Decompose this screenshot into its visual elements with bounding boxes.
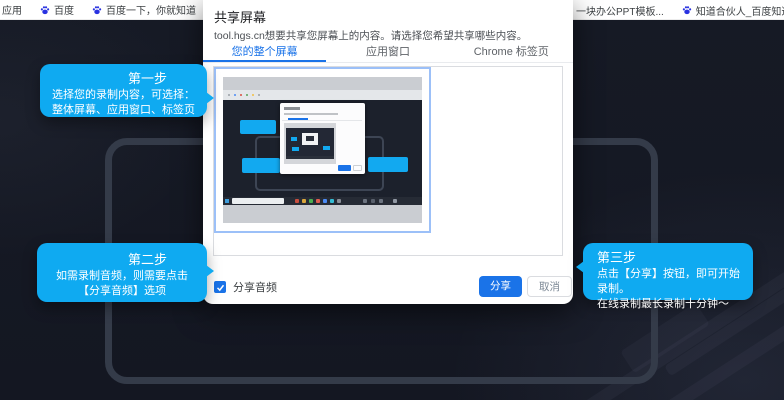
letterbox-bottom: [223, 205, 422, 223]
callout-pointer: [576, 261, 584, 273]
mini-cancel-button: [353, 165, 362, 171]
bookmark-ppt-template[interactable]: 一块办公PPT模板...: [576, 3, 664, 18]
bookmark-baidu[interactable]: 百度: [40, 2, 74, 17]
share-audio-checkbox[interactable]: [214, 281, 226, 293]
letterbox-top: [223, 77, 422, 90]
callout-step3-title: 第三步: [597, 250, 637, 265]
bookmark-label: 百度: [54, 6, 74, 17]
callout-step1-line2: 整体屏幕、应用窗口、标签页: [52, 104, 195, 116]
bookmark-label: 应用: [2, 6, 22, 17]
tab-application-window[interactable]: 应用窗口: [326, 44, 449, 62]
mini-dialog-subtitle: [284, 113, 338, 115]
mini-preview-desktop: [286, 128, 334, 156]
mini-preview-taskbar: [286, 156, 334, 159]
mini-mini-callout: [323, 146, 330, 150]
checkmark-icon: [216, 284, 224, 291]
tab-entire-screen[interactable]: 您的整个屏幕: [203, 44, 327, 62]
baidu-zhidao-icon: [682, 6, 692, 15]
bookmark-label: 知道合伙人_百度知道: [695, 6, 784, 18]
share-audio-label: 分享音频: [233, 282, 277, 294]
bookmark-baidu-search[interactable]: 百度一下，你就知道: [92, 2, 196, 17]
bookmarks-right-group: 一块办公PPT模板... 知道合伙人_百度知道: [576, 0, 784, 20]
mini-mini-callout: [291, 137, 297, 141]
mini-search-box: [232, 198, 284, 204]
mini-tabs-divider: [282, 120, 362, 121]
callout-step1-line1: 选择您的录制内容，可选择：: [52, 89, 195, 101]
bookmark-baidu-zhidao[interactable]: 知道合伙人_百度知道: [682, 3, 784, 18]
share-screen-dialog: 共享屏幕 tool.hgs.cn想要共享您屏幕上的内容。请选择您希望共享哪些内容…: [203, 0, 573, 304]
mini-callout-step1: [240, 120, 276, 134]
mini-callout-step2: [242, 158, 280, 173]
baidu-paw-icon: [40, 5, 50, 14]
cancel-button[interactable]: 取消: [527, 276, 572, 297]
mini-dialog-title: [284, 107, 300, 110]
callout-pointer: [206, 92, 214, 104]
bookmark-label: 一块办公PPT模板...: [576, 6, 664, 18]
callout-step2: 第二步 如需录制音频，则需要点击 【分享音频】选项: [37, 243, 214, 302]
mini-taskbar: [223, 197, 422, 205]
screen: 应用 百度 百度一下，你就知道 PDF转换器 一块办公PPT模板... 知道合伙…: [0, 0, 784, 400]
mini-mini-dialog: [302, 133, 318, 145]
callout-pointer: [206, 265, 214, 277]
mini-mini-preview: [306, 136, 314, 141]
mini-start-button: [225, 199, 229, 203]
screen-thumbnail-selected[interactable]: [214, 67, 431, 233]
callout-step3-line2: 在线录制最长录制十分钟～: [597, 298, 729, 310]
callout-step3: 第三步 点击【分享】按钮，即可开始录制。 在线录制最长录制十分钟～: [576, 243, 753, 310]
mini-share-button: [338, 165, 351, 171]
callout-step2-title: 第二步: [127, 252, 167, 267]
source-tabs: 您的整个屏幕 应用窗口 Chrome 标签页: [203, 44, 573, 63]
mini-mini-callout: [292, 147, 299, 151]
screen-thumbnail-image: [223, 77, 422, 223]
mini-callout-step3: [368, 157, 408, 172]
dialog-title: 共享屏幕: [214, 10, 267, 25]
mini-share-dialog: [280, 103, 365, 174]
mini-desktop: [223, 100, 422, 197]
callout-step3-line1: 点击【分享】按钮，即可开始录制。: [597, 268, 740, 295]
screen-preview-area: [213, 66, 563, 256]
callout-step2-line2: 【分享音频】选项: [78, 285, 166, 297]
bookmark-apps[interactable]: 应用: [0, 2, 22, 17]
callout-step2-line1: 如需录制音频，则需要点击: [56, 270, 188, 282]
callout-step1-title: 第一步: [127, 71, 167, 86]
baidu-paw-icon: [92, 5, 102, 14]
bookmark-label: 百度一下，你就知道: [106, 6, 196, 17]
share-audio-row: 分享音频: [214, 279, 277, 295]
share-button[interactable]: 分享: [479, 276, 522, 297]
tab-chrome-tab[interactable]: Chrome 标签页: [450, 44, 573, 62]
dialog-subtitle: tool.hgs.cn想要共享您屏幕上的内容。请选择您希望共享哪些内容。: [214, 30, 528, 42]
mini-preview: [284, 123, 336, 164]
mini-browser-chrome: [223, 90, 422, 100]
callout-step1: 第一步 选择您的录制内容，可选择： 整体屏幕、应用窗口、标签页: [40, 64, 214, 117]
